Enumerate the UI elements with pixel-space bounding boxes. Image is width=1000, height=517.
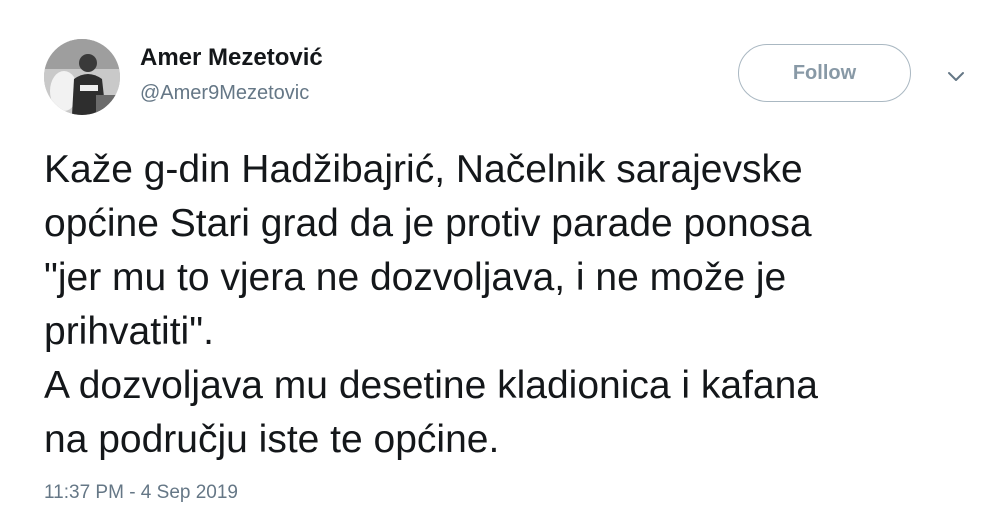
tweet-timestamp[interactable]: 11:37 PM - 4 Sep 2019 — [44, 482, 238, 504]
avatar[interactable] — [44, 39, 120, 115]
display-name[interactable]: Amer Mezetović — [140, 44, 323, 72]
user-handle[interactable]: @Amer9Mezetovic — [140, 82, 309, 105]
tweet-text: Kaže g-din Hadžibajrić, Načelnik sarajev… — [44, 148, 818, 461]
profile-photo — [44, 39, 120, 115]
follow-button[interactable]: Follow — [738, 44, 911, 102]
chevron-down-icon[interactable] — [944, 66, 968, 86]
